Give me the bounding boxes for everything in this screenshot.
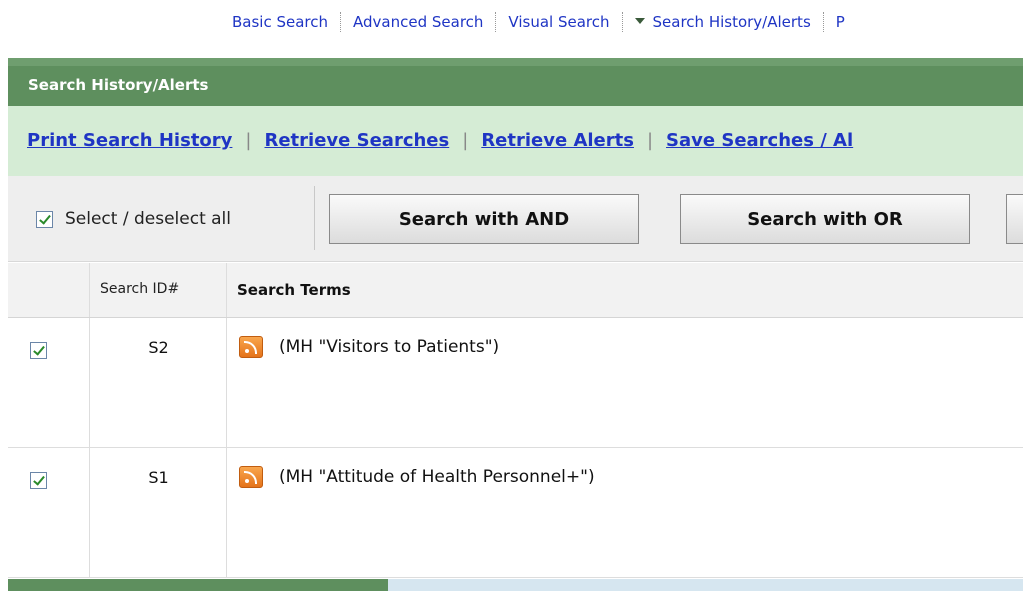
basic-search-link[interactable]: Basic Search [232,13,328,31]
search-with-and-button[interactable]: Search with AND [329,194,639,244]
retrieve-alerts-link[interactable]: Retrieve Alerts [481,130,634,151]
bottom-blue-strip [388,579,1023,591]
top-nav-links: Basic Search Advanced Search Visual Sear… [232,12,845,32]
row-checkbox-cell [8,318,90,447]
link-separator: | [462,130,469,151]
nav-divider [822,12,824,32]
nav-divider [495,12,497,32]
retrieve-searches-link[interactable]: Retrieve Searches [264,130,449,151]
search-id-cell: S1 [90,448,227,577]
select-all-checkbox[interactable] [36,210,53,228]
search-id-column-header: Search ID# [90,263,227,317]
nav-divider [621,12,623,32]
search-id: S1 [148,468,169,487]
advanced-search-link[interactable]: Advanced Search [353,13,483,31]
history-actions: Print Search History | Retrieve Searches… [27,130,853,151]
search-term-text: (MH "Visitors to Patients") [279,337,500,357]
dropdown-triangle-icon [634,18,645,24]
search-id: S2 [148,338,169,357]
row-checkbox[interactable] [30,342,47,359]
search-terms-header-label: Search Terms [237,281,351,299]
search-id-header-label: Search ID# [100,281,180,297]
search-term-text: (MH "Attitude of Health Personnel+") [279,467,595,487]
truncated-nav-link[interactable]: P [836,13,845,31]
link-separator: | [245,130,252,151]
search-toolbar: Select / deselect all Search with AND Se… [8,176,1023,262]
search-terms-cell: (MH "Visitors to Patients") [227,318,1023,447]
top-navigation: Basic Search Advanced Search Visual Sear… [0,0,1023,48]
select-all-label: Select / deselect all [65,209,232,229]
select-all-control[interactable]: Select / deselect all [36,209,231,229]
checkbox-column-header [8,263,90,317]
save-searches-alerts-link[interactable]: Save Searches / Al [666,130,853,151]
bottom-green-strip [8,579,388,591]
truncated-toolbar-button[interactable] [1006,194,1023,244]
row-checkbox-cell [8,448,90,577]
section-header-bar: Search History/Alerts [8,58,1023,106]
search-term: (MH "Attitude of Health Personnel+") [239,466,595,488]
search-term: (MH "Visitors to Patients") [239,336,499,358]
visual-search-link[interactable]: Visual Search [508,13,609,31]
rss-feed-icon[interactable] [239,466,263,488]
search-terms-cell: (MH "Attitude of Health Personnel+") [227,448,1023,577]
link-separator: | [646,130,654,151]
rss-feed-icon[interactable] [239,336,263,358]
history-actions-bar: Print Search History | Retrieve Searches… [8,106,1023,176]
search-with-or-button[interactable]: Search with OR [680,194,970,244]
section-title: Search History/Alerts [28,76,209,94]
toolbar-divider [314,186,315,250]
search-id-cell: S2 [90,318,227,447]
table-row: S2 (MH "Visitors to Patients") [8,318,1023,448]
table-row: S1 (MH "Attitude of Health Personnel+") [8,448,1023,578]
search-history-alerts-link[interactable]: Search History/Alerts [653,13,811,31]
table-header-row: Search ID# Search Terms [8,263,1023,318]
print-search-history-link[interactable]: Print Search History [27,130,232,151]
nav-divider [340,12,342,32]
search-terms-column-header: Search Terms [227,263,1023,317]
row-checkbox[interactable] [30,472,47,489]
